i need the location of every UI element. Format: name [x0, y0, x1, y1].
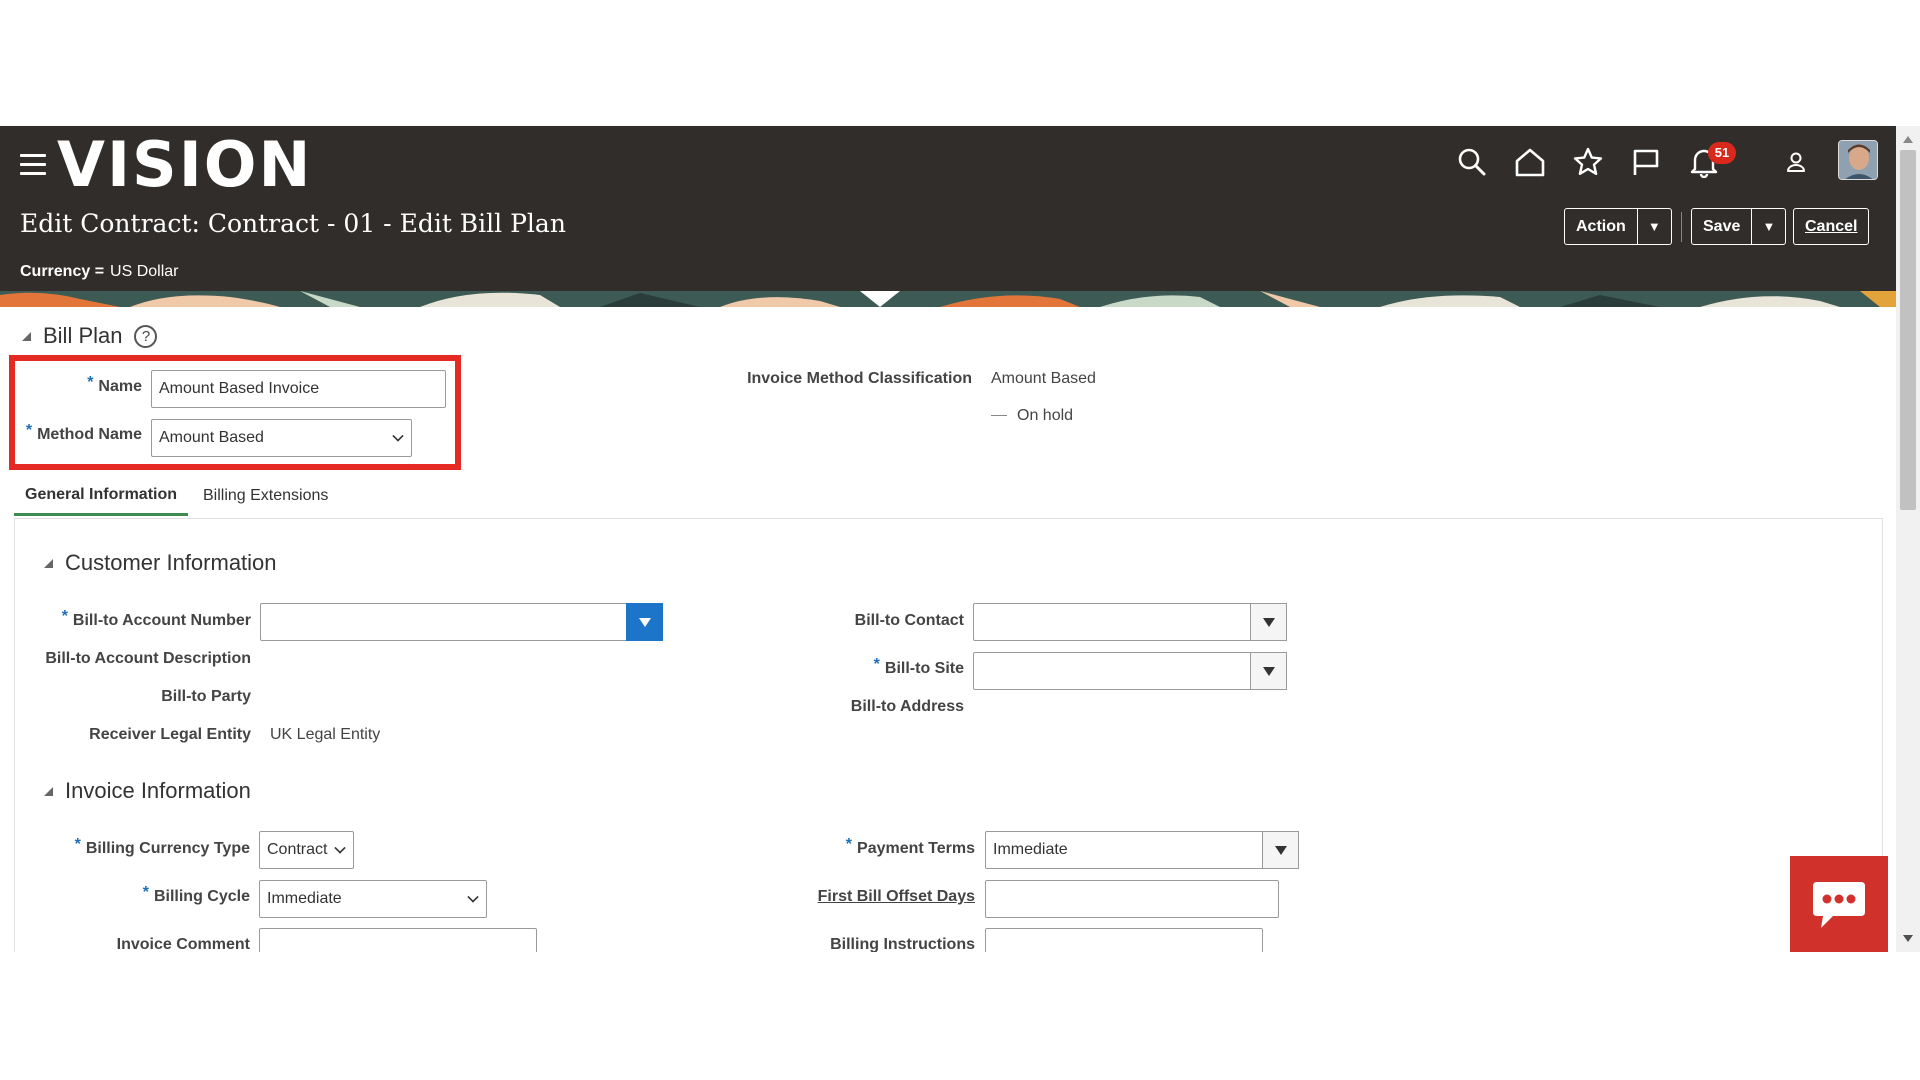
- notification-badge: 51: [1708, 142, 1736, 164]
- billing-instructions-input[interactable]: [985, 928, 1263, 952]
- user-icon[interactable]: [1776, 142, 1816, 182]
- cancel-button-label[interactable]: Cancel: [1794, 218, 1868, 236]
- caret-down-icon[interactable]: [1274, 845, 1287, 855]
- chevron-down-icon[interactable]: [467, 891, 479, 903]
- help-icon[interactable]: ?: [134, 324, 158, 348]
- bill-to-account-dropdown-button[interactable]: [626, 603, 663, 641]
- payment-terms-value[interactable]: Immediate: [993, 841, 1068, 859]
- bill-to-party-label: Bill-to Party: [161, 688, 251, 705]
- bill-to-account-number-label-text: Bill-to Account Number: [72, 612, 251, 629]
- toolbar-separator: [1681, 212, 1682, 242]
- on-hold-status: On hold: [991, 407, 1073, 425]
- billing-cycle-label: * Billing Cycle: [20, 884, 250, 906]
- caret-down-icon[interactable]: [638, 617, 651, 627]
- vision-logo[interactable]: VISION: [57, 130, 312, 200]
- customer-information-section-header[interactable]: Customer Information: [44, 550, 277, 576]
- required-marker: *: [61, 608, 68, 625]
- currency-label: Currency =: [20, 263, 105, 280]
- billing-instructions-label: Billing Instructions: [830, 936, 975, 952]
- required-marker: *: [845, 836, 853, 853]
- bill-to-account-description-label: Bill-to Account Description: [45, 650, 251, 667]
- save-button[interactable]: Save ▼: [1691, 208, 1787, 245]
- page-title: Edit Contract: Contract - 01 - Edit Bill…: [20, 209, 566, 238]
- required-marker: *: [142, 884, 149, 901]
- billing-currency-type-select[interactable]: Contract: [259, 831, 354, 869]
- invoice-comment-label: Invoice Comment: [116, 936, 250, 952]
- decorative-banner: [0, 291, 1896, 307]
- billing-cycle-select[interactable]: Immediate: [259, 880, 487, 918]
- chat-button[interactable]: [1790, 856, 1888, 952]
- payment-terms-label: * Payment Terms: [780, 836, 975, 858]
- bill-to-site-dropdown-button[interactable]: [1250, 652, 1287, 690]
- invoice-comment-input[interactable]: [259, 928, 537, 952]
- caret-down-icon[interactable]: [1262, 666, 1275, 676]
- scrollbar-thumb[interactable]: [1900, 150, 1916, 510]
- cancel-button[interactable]: Cancel: [1793, 208, 1870, 245]
- chat-bubble-icon[interactable]: [1809, 878, 1869, 932]
- star-icon[interactable]: [1568, 142, 1608, 182]
- invoice-information-title: Invoice Information: [65, 778, 251, 803]
- save-button-label[interactable]: Save: [1692, 218, 1751, 236]
- dash-icon: [991, 415, 1007, 417]
- collapse-triangle-icon[interactable]: [44, 558, 53, 568]
- bill-to-account-number-label: * Bill-to Account Number: [20, 608, 251, 630]
- caret-down-icon[interactable]: [1262, 617, 1275, 627]
- invoice-method-classification-value: Amount Based: [991, 370, 1096, 387]
- billing-cycle-label-text: Billing Cycle: [153, 888, 250, 905]
- action-menu-button[interactable]: Action ▼: [1564, 208, 1672, 245]
- search-icon[interactable]: [1452, 142, 1492, 182]
- vertical-scrollbar[interactable]: [1896, 126, 1920, 952]
- payment-terms-input[interactable]: Immediate: [985, 831, 1299, 869]
- tab-general-information[interactable]: General Information: [14, 476, 189, 516]
- bill-to-account-number-input[interactable]: [260, 603, 663, 641]
- app-header: VISION 51 Edit Contract: Contract - 01 -…: [0, 126, 1896, 307]
- action-button-label[interactable]: Action: [1565, 218, 1637, 236]
- collapse-triangle-icon[interactable]: [44, 786, 53, 796]
- tab-billing-extensions[interactable]: Billing Extensions: [203, 476, 328, 516]
- billing-cycle-value[interactable]: Immediate: [267, 890, 342, 908]
- bill-to-address-label: Bill-to Address: [850, 698, 964, 715]
- action-dropdown-icon[interactable]: ▼: [1636, 209, 1671, 244]
- tab-bar: General Information Billing Extensions: [14, 476, 1883, 516]
- app-frame: VISION 51 Edit Contract: Contract - 01 -…: [0, 126, 1920, 952]
- payment-terms-label-text: Payment Terms: [857, 840, 975, 857]
- invoice-information-section-header[interactable]: Invoice Information: [44, 778, 251, 804]
- bill-to-contact-label: Bill-to Contact: [854, 612, 964, 629]
- required-marker: *: [74, 836, 81, 853]
- billing-currency-type-label: * Billing Currency Type: [20, 836, 250, 858]
- save-dropdown-icon[interactable]: ▼: [1751, 209, 1785, 244]
- chevron-down-icon[interactable]: [334, 842, 346, 854]
- hamburger-icon[interactable]: [20, 154, 46, 176]
- first-bill-offset-days-input[interactable]: [985, 880, 1279, 918]
- invoice-method-classification-label: Invoice Method Classification: [747, 370, 972, 387]
- bill-plan-title: Bill Plan: [43, 323, 123, 348]
- bill-to-contact-input[interactable]: [973, 603, 1287, 641]
- on-hold-text: On hold: [1017, 407, 1074, 424]
- scroll-up-arrow-icon[interactable]: [1903, 136, 1913, 143]
- currency-value: US Dollar: [110, 263, 179, 280]
- billing-currency-type-value[interactable]: Contract: [267, 841, 327, 859]
- collapse-triangle-icon[interactable]: [22, 331, 31, 341]
- bill-to-site-label: * Bill-to Site: [780, 656, 964, 678]
- highlight-box: [9, 355, 461, 470]
- flag-icon[interactable]: [1626, 142, 1666, 182]
- required-marker: *: [873, 656, 880, 673]
- first-bill-offset-days-label[interactable]: First Bill Offset Days: [780, 888, 975, 906]
- customer-information-title: Customer Information: [65, 550, 277, 575]
- receiver-legal-entity-label: Receiver Legal Entity: [89, 726, 251, 743]
- payment-terms-dropdown-button[interactable]: [1262, 831, 1299, 869]
- bill-plan-section-header[interactable]: Bill Plan ?: [22, 323, 158, 349]
- currency-info: Currency = US Dollar: [20, 263, 179, 281]
- scroll-down-arrow-icon[interactable]: [1903, 935, 1913, 942]
- receiver-legal-entity-value: UK Legal Entity: [270, 726, 381, 743]
- billing-currency-type-label-text: Billing Currency Type: [85, 840, 250, 857]
- home-icon[interactable]: [1510, 142, 1550, 182]
- bill-to-site-input[interactable]: [973, 652, 1287, 690]
- bill-to-site-label-text: Bill-to Site: [884, 660, 964, 677]
- avatar[interactable]: [1838, 140, 1878, 180]
- bill-to-contact-dropdown-button[interactable]: [1250, 603, 1287, 641]
